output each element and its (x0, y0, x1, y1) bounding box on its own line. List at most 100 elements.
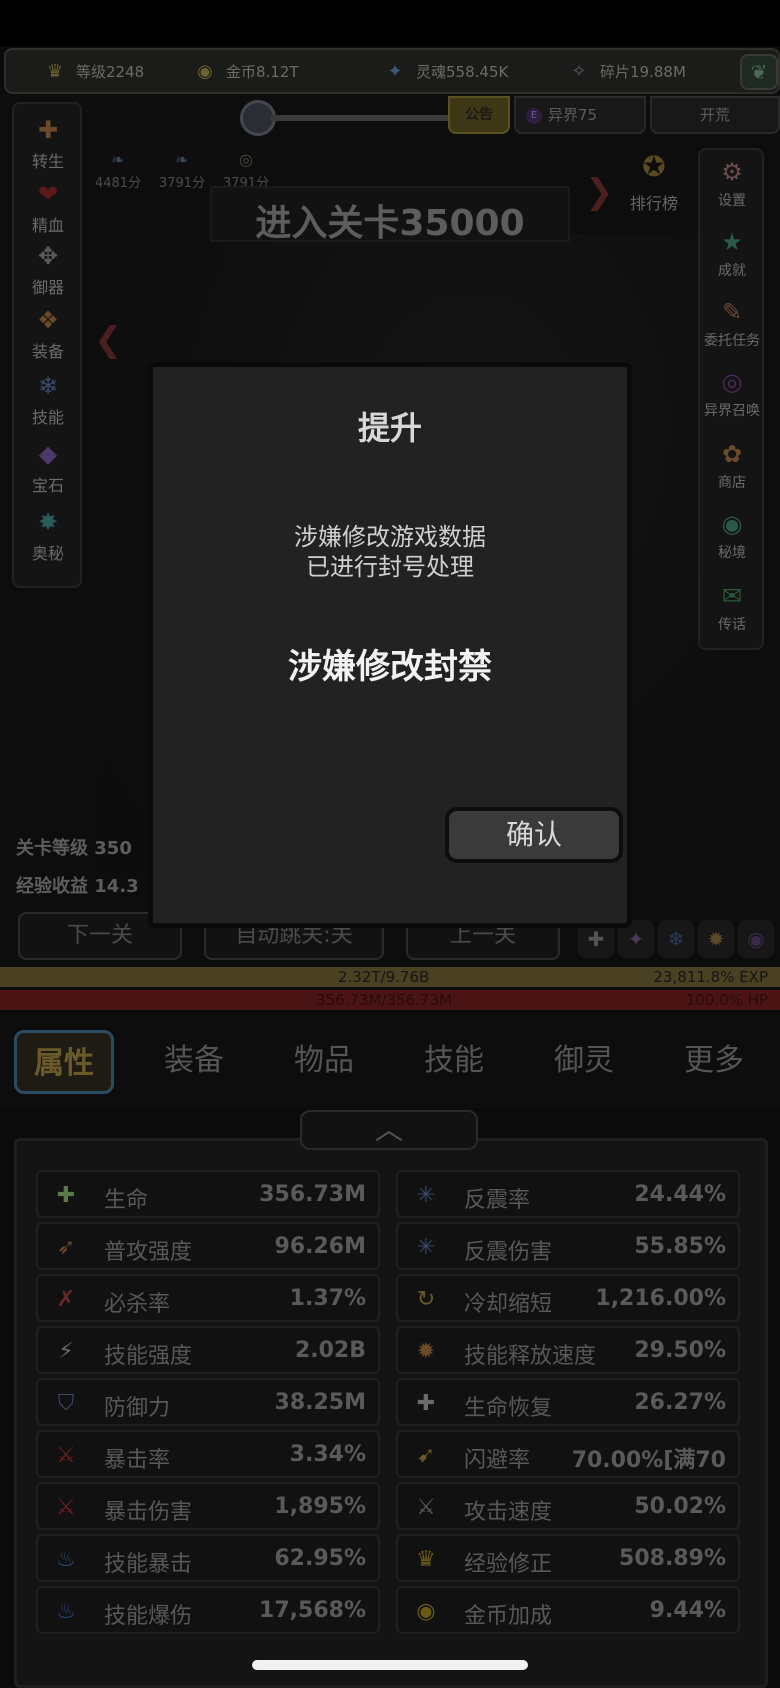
resource-bar: ♛ 等级2248 ◉ 金币8.12T ✦ 灵魂558.45K ✧ 碎片19.88… (4, 48, 780, 94)
menu-settings[interactable]: ⚙ 设置 (702, 154, 762, 218)
home-indicator[interactable] (252, 1660, 528, 1670)
tab-kaihuang[interactable]: 开荒 (650, 96, 780, 134)
resource-fragment: ✧ 碎片19.88M (566, 58, 685, 84)
tab-equipment[interactable]: 装备 (144, 1030, 244, 1094)
life-icon: ✚ (56, 1183, 76, 1208)
stat-row[interactable]: ➹ 闪避率 70.00%[满70 (396, 1430, 740, 1478)
menu-achievement-label: 成就 (718, 263, 746, 279)
stat-name: 防御力 (104, 1396, 171, 1421)
stat-row[interactable]: ♛ 经验修正 508.89% (396, 1534, 740, 1582)
rebirth-icon: ✚ (37, 116, 59, 144)
tab-skills[interactable]: 技能 (404, 1030, 504, 1094)
stat-row[interactable]: ✚ 生命 356.73M (36, 1170, 380, 1218)
stat-row[interactable]: ♨ 技能暴击 62.95% (36, 1534, 380, 1582)
stat-row[interactable]: ✹ 技能释放速度 29.50% (396, 1326, 740, 1374)
stat-name: 暴击率 (104, 1448, 171, 1473)
collapse-chevron-up-icon[interactable]: ︿ (300, 1110, 478, 1150)
menu-artifact[interactable]: ✥ 御器 (18, 238, 78, 302)
skill-slot-icon[interactable]: ◉ (738, 920, 774, 958)
menu-summon-label: 异界召唤 (704, 403, 760, 419)
right-menu: ⚙ 设置 ★ 成就 ✎ 委托任务 ◎ 异界召唤 ✿ 商店 ◉ 秘境 ✉ 传话 (698, 148, 764, 650)
menu-secret-realm[interactable]: ◉ 秘境 (702, 506, 762, 570)
commission-icon: ✎ (721, 298, 743, 326)
menu-gem-label: 宝石 (31, 476, 64, 495)
tab-attributes[interactable]: 属性 (14, 1030, 114, 1094)
claw-icon: ⚔ (56, 1495, 76, 1520)
menu-equipment[interactable]: ❖ 装备 (18, 302, 78, 366)
stat-row[interactable]: ⚡ 技能强度 2.02B (36, 1326, 380, 1374)
chevron-left-icon[interactable]: ❮ (94, 320, 123, 360)
menu-rebirth[interactable]: ✚ 转生 (18, 112, 78, 176)
shop-icon: ✿ (721, 440, 743, 468)
stat-value: 2.02B (294, 1338, 366, 1363)
menu-skill[interactable]: ❄ 技能 (18, 368, 78, 432)
tab-notice[interactable]: 公告 (448, 96, 510, 134)
chevron-right-icon[interactable]: ❯ (585, 172, 614, 212)
stat-name: 冷却缩短 (464, 1292, 553, 1317)
bottom-tabs: 属性 装备 物品 技能 御灵 更多 (0, 1016, 780, 1108)
lightning-icon: ⚡ (58, 1339, 74, 1364)
stat-value: 356.73M (259, 1182, 366, 1207)
stat-row[interactable]: ✳ 反震伤害 55.85% (396, 1222, 740, 1270)
tab-more[interactable]: 更多 (664, 1030, 764, 1094)
stat-value: 62.95% (274, 1546, 366, 1571)
menu-essence[interactable]: ❤ 精血 (18, 176, 78, 240)
stat-value: 1,216.00% (595, 1286, 726, 1311)
leaderboard-button[interactable]: ✪ 排行榜 (624, 150, 684, 214)
menu-settings-label: 设置 (718, 193, 746, 209)
menu-skill-label: 技能 (31, 408, 64, 427)
level-banner[interactable]: 进入关卡35000 (210, 186, 570, 244)
menu-shop[interactable]: ✿ 商店 (702, 436, 762, 500)
menu-mystery-label: 奥秘 (31, 544, 64, 563)
skill-icon: ❄ (37, 372, 59, 400)
status-bar (0, 0, 780, 46)
stat-name: 必杀率 (104, 1292, 171, 1317)
claw-icon: ⚔ (56, 1443, 76, 1468)
stat-value: 1.37% (289, 1286, 366, 1311)
menu-mystery[interactable]: ✸ 奥秘 (18, 504, 78, 568)
stat-row[interactable]: ⚔ 攻击速度 50.02% (396, 1482, 740, 1530)
stat-value: 50.02% (634, 1494, 726, 1519)
exp-bar: 2.32T/9.76B 23,811.8% EXP (0, 967, 780, 987)
resource-gold-label: 金币8.12T (226, 62, 299, 81)
stat-row[interactable]: ♨ 技能爆伤 17,568% (36, 1586, 380, 1634)
ban-dialog: 提升 涉嫌修改游戏数据 已进行封号处理 涉嫌修改封禁 确认 (148, 362, 632, 928)
stat-row[interactable]: ↻ 冷却缩短 1,216.00% (396, 1274, 740, 1322)
reflect-icon: ✳ (416, 1235, 436, 1260)
stat-row[interactable]: ✚ 生命恢复 26.27% (396, 1378, 740, 1426)
stat-name: 闪避率 (464, 1448, 531, 1473)
dialog-message-line2: 已进行封号处理 (306, 553, 474, 581)
menu-message[interactable]: ✉ 传话 (702, 578, 762, 642)
attack-speed-icon: ⚔ (416, 1495, 436, 1520)
tab-otherworld[interactable]: E 异界75 (514, 96, 646, 134)
resource-soul: ✦ 灵魂558.45K (382, 58, 508, 84)
stat-row[interactable]: ◉ 金币加成 9.44% (396, 1586, 740, 1634)
menu-summon[interactable]: ◎ 异界召唤 (702, 364, 762, 428)
stat-row[interactable]: ✗ 必杀率 1.37% (36, 1274, 380, 1322)
tab-items[interactable]: 物品 (274, 1030, 374, 1094)
tab-spirit[interactable]: 御灵 (534, 1030, 634, 1094)
sword-icon: ➶ (56, 1235, 76, 1260)
menu-achievement[interactable]: ★ 成就 (702, 224, 762, 288)
stat-row[interactable]: ✳ 反震率 24.44% (396, 1170, 740, 1218)
summon-icon: ◎ (721, 368, 743, 396)
skill-slot-icon[interactable]: ✹ (698, 920, 734, 958)
stat-name: 普攻强度 (104, 1240, 193, 1265)
blue-flame-icon: ♨ (56, 1599, 76, 1624)
stat-value: 38.25M (274, 1390, 366, 1415)
stage-level-text: 关卡等级 350 (16, 838, 132, 859)
leaf-menu-icon[interactable]: ❦ (740, 54, 778, 90)
stat-row[interactable]: ⚔ 暴击率 3.34% (36, 1430, 380, 1478)
confirm-button[interactable]: 确认 (445, 807, 623, 863)
menu-gem[interactable]: ◆ 宝石 (18, 436, 78, 500)
stat-name: 技能爆伤 (104, 1604, 193, 1629)
stat-row[interactable]: ➶ 普攻强度 96.26M (36, 1222, 380, 1270)
stat-row[interactable]: ⛉ 防御力 38.25M (36, 1378, 380, 1426)
stat-row[interactable]: ⚔ 暴击伤害 1,895% (36, 1482, 380, 1530)
gem-icon: ◆ (38, 440, 58, 468)
cooldown-icon: ↻ (416, 1287, 436, 1312)
menu-artifact-label: 御器 (31, 278, 64, 297)
dialog-ban-text: 涉嫌修改封禁 (288, 647, 492, 687)
menu-commission[interactable]: ✎ 委托任务 (702, 294, 762, 358)
skill-slot-icon[interactable]: ❄ (658, 920, 694, 958)
